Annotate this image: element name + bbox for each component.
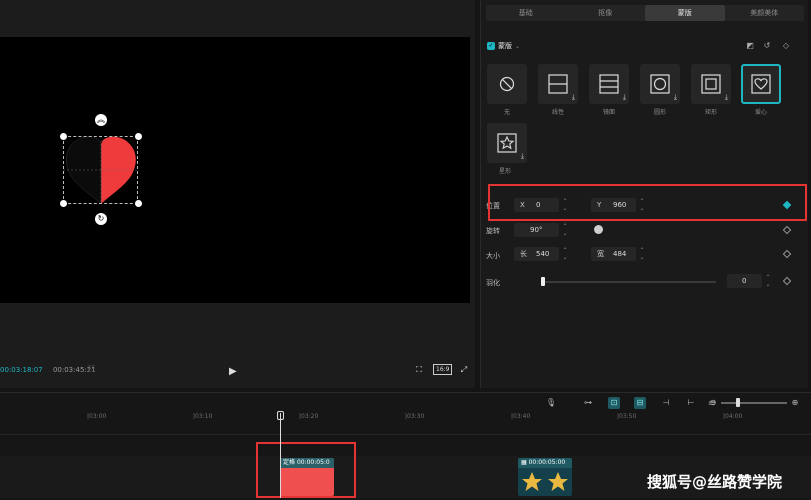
- size-width-field[interactable]: 长 540: [514, 247, 559, 261]
- mask-enable-checkbox[interactable]: ✓: [487, 42, 495, 50]
- fullscreen-crop-icon[interactable]: ⛶: [413, 364, 425, 376]
- tab-cutout[interactable]: 抠像: [566, 5, 646, 21]
- microphone-icon[interactable]: 🎙︎: [545, 397, 557, 409]
- aspect-ratio-button[interactable]: 16:9: [433, 364, 453, 375]
- mask-shape-label: 线性: [551, 109, 564, 116]
- resize-handle-bl[interactable]: [60, 200, 67, 207]
- download-icon: ⤓: [673, 93, 677, 101]
- feather-handle-icon[interactable]: ︽: [95, 114, 107, 126]
- timecode: 00:03:18:07 00:03:45:21: [0, 366, 96, 374]
- mask-shape-circle[interactable]: ⤓: [640, 64, 680, 104]
- mask-shape-label: 爱心: [754, 109, 767, 116]
- size-label: 大小: [486, 252, 500, 260]
- circle-mask-icon: [650, 74, 670, 94]
- feather-slider-track[interactable]: [541, 281, 716, 283]
- rotate-handle-icon[interactable]: ↻: [95, 213, 107, 225]
- clip-icon: ▦: [521, 459, 527, 466]
- mask-shape-linear[interactable]: ⤓: [538, 64, 578, 104]
- resize-handle-tl[interactable]: [60, 133, 67, 140]
- snap-icon[interactable]: ⊟: [634, 397, 646, 409]
- size-height-stepper[interactable]: ⌃ ⌄: [638, 247, 646, 261]
- linear-mask-icon: [548, 74, 568, 94]
- mask-shape-heart[interactable]: [741, 64, 781, 104]
- play-button[interactable]: ▶: [229, 366, 237, 377]
- rotate-label: 旋转: [486, 227, 500, 235]
- tab-mask[interactable]: 蒙版: [645, 5, 725, 21]
- magnet-icon[interactable]: ⊡: [608, 397, 620, 409]
- ruler-label: |03:00: [87, 413, 107, 420]
- keyframe-icon[interactable]: ◇: [781, 41, 791, 51]
- tab-basic[interactable]: 基础: [486, 5, 566, 21]
- chevron-down-icon[interactable]: ⌄: [515, 43, 520, 50]
- mask-shape-none[interactable]: [487, 64, 527, 104]
- ruler-label: |03:30: [405, 413, 425, 420]
- ruler-label: |04:00: [723, 413, 743, 420]
- rotate-dial[interactable]: [594, 225, 603, 234]
- mask-shape-mirror[interactable]: ⤓: [589, 64, 629, 104]
- zoom-in-icon[interactable]: ⊕: [789, 397, 801, 409]
- size-height-field[interactable]: 宽 484: [591, 247, 636, 261]
- mask-shape-label: 星形: [499, 168, 512, 175]
- feather-stepper[interactable]: ⌃ ⌄: [764, 274, 772, 288]
- rotate-field[interactable]: 90°: [514, 223, 559, 237]
- feather-label: 羽化: [486, 279, 500, 287]
- current-time: 00:03:18:07: [0, 366, 43, 374]
- highlight-box: [488, 184, 807, 221]
- zoom-slider-thumb[interactable]: [736, 398, 740, 407]
- link-icon[interactable]: ⊶: [582, 397, 594, 409]
- resize-handle-tr[interactable]: [135, 133, 142, 140]
- ruler-label: |03:10: [193, 413, 213, 420]
- download-icon: ⤓: [520, 152, 524, 160]
- property-tabs: 基础 抠像 蒙版 美颜美体: [486, 5, 804, 21]
- mask-shape-label: 矩形: [704, 109, 717, 116]
- align-icon[interactable]: ⊢: [685, 397, 697, 409]
- mask-shape-label: 镜面: [602, 109, 615, 116]
- grid-icon[interactable]: ☷: [87, 365, 100, 375]
- zoom-out-icon[interactable]: ⊖: [707, 397, 719, 409]
- mirror-mask-icon: [599, 74, 619, 94]
- feather-field[interactable]: 0: [727, 274, 762, 288]
- expand-icon[interactable]: ⤢: [458, 364, 470, 376]
- playhead[interactable]: [280, 413, 281, 498]
- split-icon[interactable]: ⊣: [660, 397, 672, 409]
- mask-shape-label: 无: [503, 109, 510, 116]
- reset-icon[interactable]: ↺: [762, 41, 772, 51]
- mask-shape-rectangle[interactable]: ⤓: [691, 64, 731, 104]
- mask-bounding-box[interactable]: [63, 136, 138, 204]
- rectangle-mask-icon: [701, 74, 721, 94]
- ruler-label: |03:20: [299, 413, 319, 420]
- zoom-slider-track[interactable]: [721, 402, 787, 404]
- track-divider: [0, 434, 811, 435]
- download-icon: ⤓: [571, 93, 575, 101]
- watermark-text: 搜狐号@丝路赞学院: [647, 473, 783, 491]
- mask-title: 蒙版: [498, 42, 512, 50]
- ruler-label: |03:40: [511, 413, 531, 420]
- size-width-stepper[interactable]: ⌃ ⌄: [561, 247, 569, 261]
- clip-duration: 00:00:05:00: [528, 459, 566, 466]
- heart-mask-icon: [751, 74, 771, 94]
- download-icon: ⤓: [724, 93, 728, 101]
- invert-mask-icon[interactable]: ◩: [745, 41, 755, 51]
- ruler-label: |03:50: [617, 413, 637, 420]
- highlight-box: [256, 442, 356, 498]
- clip-header: ▦ 00:00:05:00: [518, 458, 572, 468]
- mask-shape-label: 圆形: [653, 109, 666, 116]
- resize-handle-br[interactable]: [135, 200, 142, 207]
- star-thumbnail: [522, 472, 568, 491]
- star-mask-icon: [497, 133, 517, 153]
- rotate-stepper[interactable]: ⌃ ⌄: [561, 223, 569, 237]
- mask-shape-star[interactable]: ⤓: [487, 123, 527, 163]
- no-mask-icon: [499, 76, 515, 92]
- clip-star[interactable]: ▦ 00:00:05:00: [518, 458, 572, 496]
- tab-beauty[interactable]: 美颜美体: [725, 5, 805, 21]
- download-icon: ⤓: [622, 93, 626, 101]
- mask-section-header: ✓ 蒙版 ⌄: [487, 41, 520, 51]
- feather-slider-thumb[interactable]: [541, 277, 545, 286]
